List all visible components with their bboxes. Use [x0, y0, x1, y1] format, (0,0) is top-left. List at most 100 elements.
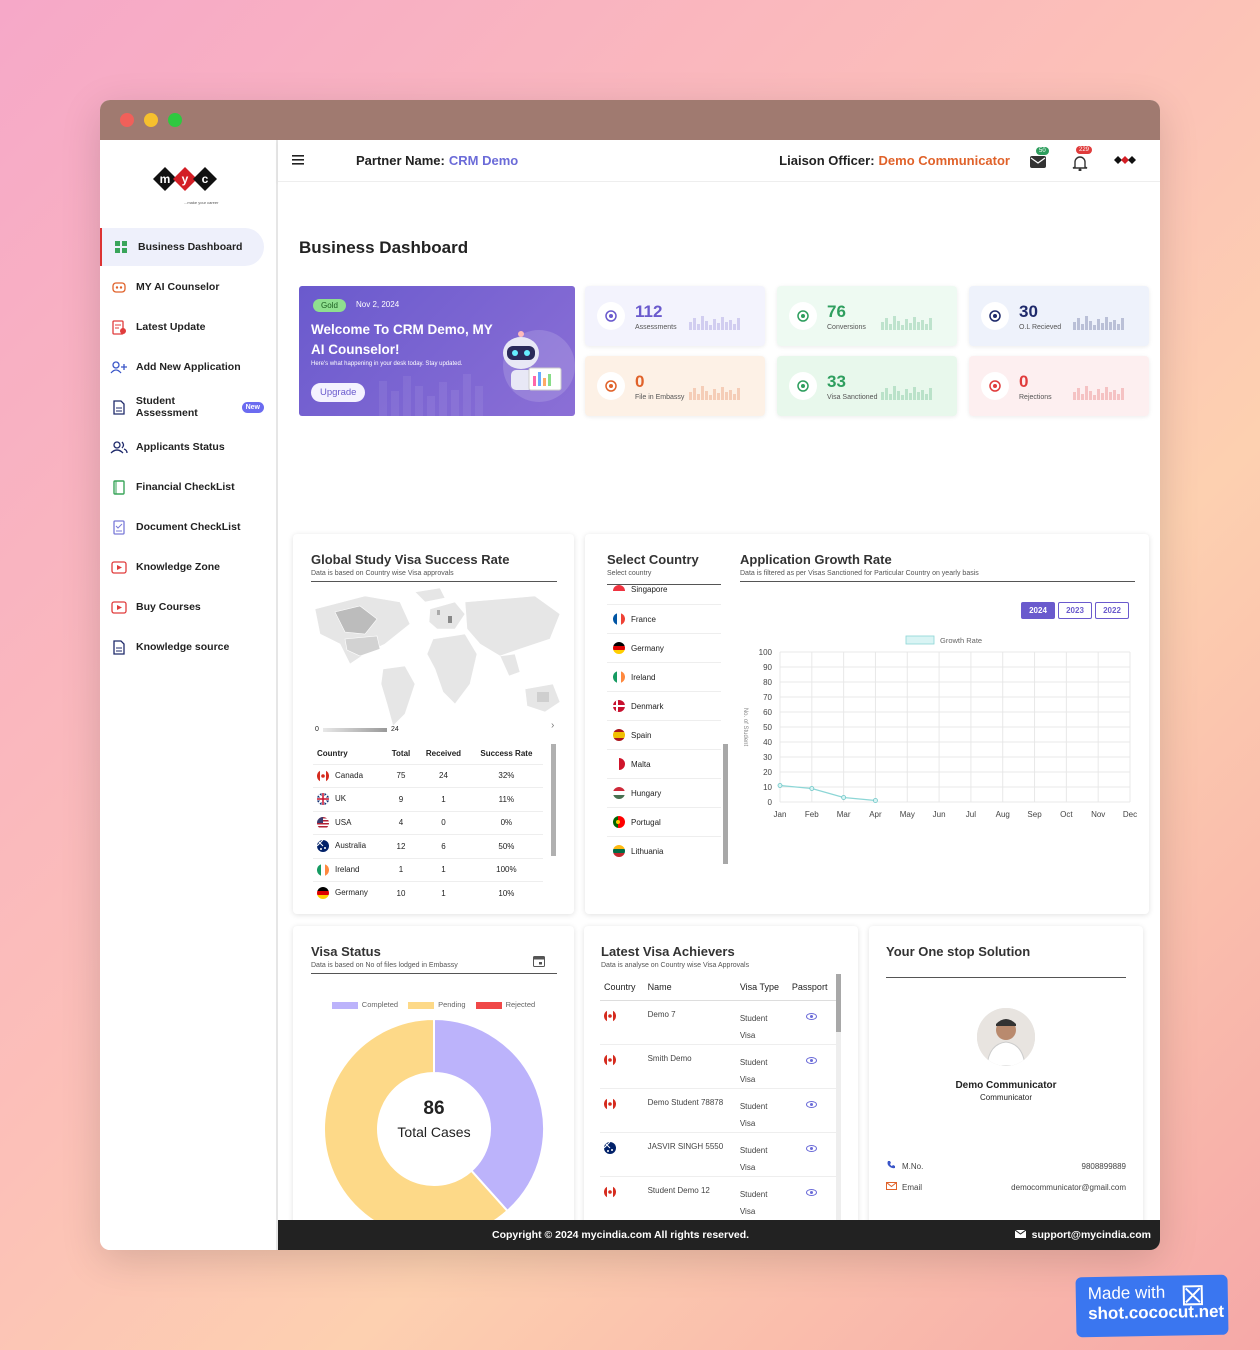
country-option-france[interactable]: France [607, 605, 721, 634]
sidebar-item-my-ai-counselor[interactable]: MY AI Counselor [100, 268, 264, 306]
rate-cell: 32% [469, 764, 543, 788]
sidebar-item-label: Add New Application [136, 361, 241, 373]
welcome-subtitle: Here's what happening in your desk today… [311, 361, 463, 367]
upgrade-button[interactable]: Upgrade [311, 383, 366, 402]
file-icon [110, 398, 128, 416]
made-with-watermark[interactable]: Made with shot.cococut.net [1075, 1274, 1229, 1338]
view-passport-eye-icon[interactable] [806, 1144, 818, 1154]
y-tick-label: 50 [763, 723, 772, 732]
canada-flag-icon [604, 1185, 616, 1198]
view-passport-eye-icon[interactable] [806, 1056, 818, 1066]
sparkline [689, 316, 740, 330]
country-option-spain[interactable]: Spain [607, 721, 721, 750]
legend-item-completed[interactable]: Completed [331, 1000, 398, 1009]
sidebar-item-label: Student Assessment [135, 395, 198, 419]
world-map[interactable] [305, 584, 565, 734]
country-option-portugal[interactable]: Portugal [607, 808, 721, 837]
visa-status-subtitle: Data is based on No of files lodged in E… [311, 962, 458, 969]
sidebar-item-applicants-status[interactable]: Applicants Status [100, 428, 264, 466]
country-option-singapore[interactable]: Singapore [607, 585, 721, 605]
country-option-label: Denmark [631, 701, 664, 711]
country-option-ireland[interactable]: Ireland [607, 663, 721, 692]
sidebar-item-document-checklist[interactable]: Document CheckList [100, 508, 264, 546]
col-header: Received [417, 744, 470, 765]
year-filter: 2024 2023 2022 [1018, 600, 1129, 619]
visa-table-scrollbar[interactable] [551, 744, 556, 856]
achievers-scrollbar[interactable] [836, 974, 841, 1250]
sparkline [1073, 386, 1124, 400]
visa-type-line1: Student [739, 1101, 768, 1111]
sidebar-item-financial-checklist[interactable]: Financial CheckList [100, 468, 264, 506]
view-passport-eye-icon[interactable] [806, 1188, 818, 1198]
achiever-name: Smith Demo [643, 1044, 736, 1089]
view-passport-eye-icon[interactable] [806, 1100, 818, 1110]
user-avatar-logo[interactable] [1114, 152, 1140, 170]
uk-flag-icon [317, 793, 329, 806]
visa-type-line2: Visa [739, 1030, 756, 1040]
liaison-name: Demo Communicator [878, 153, 1010, 168]
mobile-value: 9808899889 [1081, 1161, 1127, 1171]
country-option-label: Spain [631, 730, 652, 740]
book-icon [110, 478, 128, 496]
table-row: Canada 75 24 32% [313, 764, 543, 788]
malta-flag-icon [613, 758, 625, 770]
total-cell: 9 [384, 787, 418, 812]
year-button-2024[interactable]: 2024 [1021, 602, 1055, 619]
email-value[interactable]: democommunicator@gmail.com [1011, 1183, 1126, 1192]
year-button-2023[interactable]: 2023 [1058, 602, 1092, 619]
country-option-germany[interactable]: Germany [607, 634, 721, 663]
country-option-denmark[interactable]: Denmark [607, 692, 721, 721]
sidebar-item-business-dashboard[interactable]: Business Dashboard [100, 228, 264, 266]
view-passport-eye-icon[interactable] [806, 1012, 818, 1022]
stat-label: File in Embassy [635, 393, 685, 401]
sidebar-item-latest-update[interactable]: Latest Update [100, 308, 264, 346]
country-option-lithuania[interactable]: Lithuania [607, 837, 721, 864]
hamburger-menu-icon[interactable] [292, 152, 304, 170]
year-button-2022[interactable]: 2022 [1095, 602, 1129, 619]
sidebar-item-knowledge-source[interactable]: Knowledge source [100, 628, 264, 666]
stat-card-o-l-recieved[interactable]: 30 O.L Recieved [969, 286, 1149, 346]
total-cell: 75 [384, 764, 418, 788]
user-add-icon [597, 302, 625, 330]
welcome-title: Welcome To CRM Demo, MY AI Counselor! [311, 322, 493, 357]
country-option-hungary[interactable]: Hungary [607, 779, 721, 808]
stat-card-assessments[interactable]: 112 Assessments [585, 286, 765, 346]
country-option-malta[interactable]: Malta [607, 750, 721, 779]
table-row: Demo Student 78878 Student Visa [600, 1088, 836, 1133]
stat-label: Rejections [1019, 393, 1052, 401]
stat-card-file-in-embassy[interactable]: 0 File in Embassy [585, 356, 765, 416]
ireland-flag-icon [613, 671, 625, 683]
stat-card-rejections[interactable]: 0 Rejections [969, 356, 1149, 416]
received-cell: 1 [417, 881, 470, 902]
sidebar-item-student-assessment[interactable]: Student Assessment New [100, 388, 264, 426]
stat-card-conversions[interactable]: 76 Conversions [777, 286, 957, 346]
table-row: Demo 7 Student Visa [600, 1000, 836, 1045]
svg-text:y: y [182, 172, 189, 186]
bell-badge: 229 [1076, 145, 1093, 154]
legend-item-rejected[interactable]: Rejected [475, 1000, 535, 1009]
sidebar-item-add-new-application[interactable]: Add New Application [100, 348, 264, 386]
contact-role: Communicator [979, 1093, 1032, 1102]
maximize-window-button[interactable] [168, 113, 182, 127]
add-user-icon [110, 358, 128, 376]
sidebar-item-knowledge-zone[interactable]: Knowledge Zone [100, 548, 264, 586]
x-tick-label: Oct [1060, 810, 1073, 819]
legend-item-pending[interactable]: Pending [408, 1000, 466, 1009]
minimize-window-button[interactable] [144, 113, 158, 127]
sidebar-item-buy-courses[interactable]: Buy Courses [100, 588, 264, 626]
country-list-scrollbar[interactable] [723, 744, 728, 864]
robot-icon [110, 278, 128, 296]
received-cell: 24 [417, 764, 470, 788]
donut-total-label: Total Cases [397, 1124, 471, 1140]
stat-card-visa-sanctioned[interactable]: 33 Visa Sanctioned [777, 356, 957, 416]
file-embassy-icon [597, 372, 625, 400]
mail-icon[interactable]: 50 [1030, 146, 1049, 169]
close-window-button[interactable] [120, 113, 134, 127]
map-zoom-icon[interactable]: › [551, 720, 554, 731]
country-name: Germany [335, 888, 368, 898]
global-visa-card: Global Study Visa Success Rate Data is b… [293, 534, 574, 914]
calendar-icon[interactable] [533, 954, 545, 972]
myc-logo[interactable]: m y c ...make your career [100, 140, 276, 222]
bell-icon[interactable]: 229 [1072, 145, 1093, 171]
support-email[interactable]: support@mycindia.com [1032, 1229, 1151, 1241]
